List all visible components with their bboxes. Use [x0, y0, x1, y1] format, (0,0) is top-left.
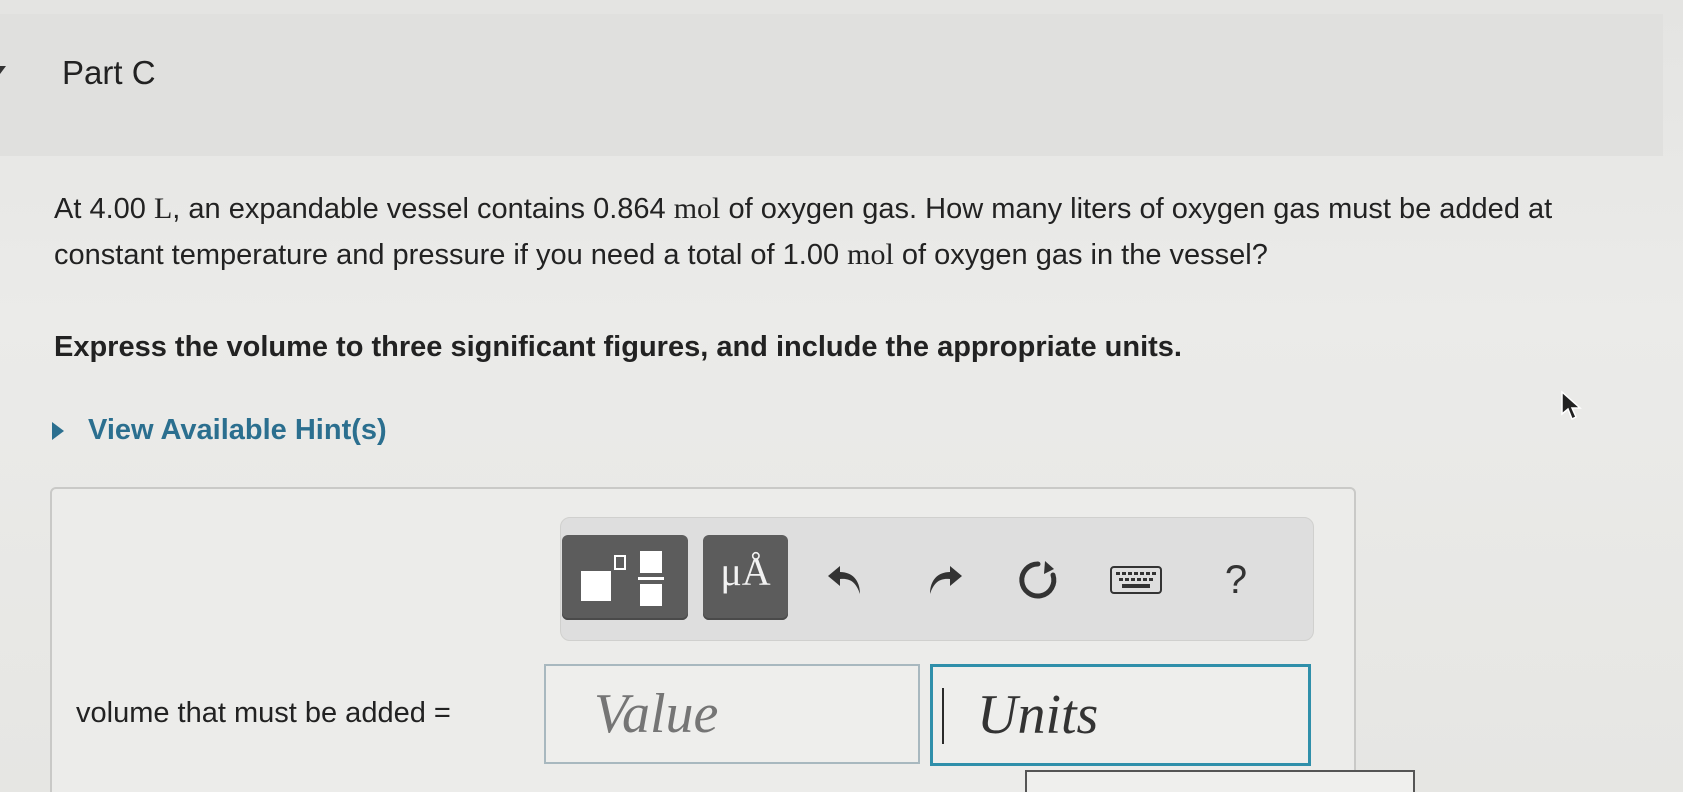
caret-right-icon: [52, 421, 64, 440]
question-segment: , an expandable vessel contains 0.864: [172, 193, 674, 225]
templates-icon-fraction-bar: [638, 577, 664, 580]
mouse-pointer-icon: [1561, 390, 1582, 421]
instruction-text: Express the volume to three significant …: [54, 331, 1182, 363]
undo-icon: [828, 566, 860, 594]
units-dropdown[interactable]: [1025, 770, 1415, 792]
part-header[interactable]: [0, 14, 1663, 156]
view-hints-label: View Available Hint(s): [88, 414, 387, 446]
question-unit-liter: L: [153, 192, 173, 225]
undo-button[interactable]: [816, 555, 876, 605]
question-unit-mol: mol: [847, 238, 894, 271]
help-button[interactable]: ?: [1206, 555, 1266, 605]
redo-icon: [930, 566, 962, 594]
value-input[interactable]: [544, 664, 920, 764]
templates-button[interactable]: [562, 535, 688, 620]
redo-button[interactable]: [914, 555, 974, 605]
text-caret: [942, 688, 944, 744]
question-text: At 4.00 L, an expandable vessel contains…: [54, 186, 1654, 278]
question-segment: At 4.00: [54, 193, 154, 225]
templates-icon-numerator: [640, 551, 662, 573]
page: Part C At 4.00 L, an expandable vessel c…: [0, 0, 1683, 792]
help-icon: ?: [1224, 557, 1248, 602]
templates-icon: [581, 571, 611, 601]
keyboard-icon: [1110, 566, 1162, 594]
question-segment: of oxygen gas in the vessel?: [893, 239, 1268, 271]
templates-icon-denominator: [640, 584, 662, 606]
templates-icon-superscript: [614, 555, 626, 570]
question-unit-mol: mol: [673, 192, 721, 225]
collapse-caret-icon[interactable]: [0, 66, 6, 74]
reset-icon: [1019, 561, 1057, 599]
units-input[interactable]: Units: [930, 664, 1311, 766]
reset-button[interactable]: [1008, 555, 1068, 605]
units-icon: μÅ: [720, 549, 771, 594]
answer-label: volume that must be added =: [76, 697, 451, 729]
view-hints-toggle[interactable]: View Available Hint(s): [52, 414, 387, 447]
keyboard-button[interactable]: [1106, 555, 1166, 605]
part-title: Part C: [62, 54, 156, 91]
